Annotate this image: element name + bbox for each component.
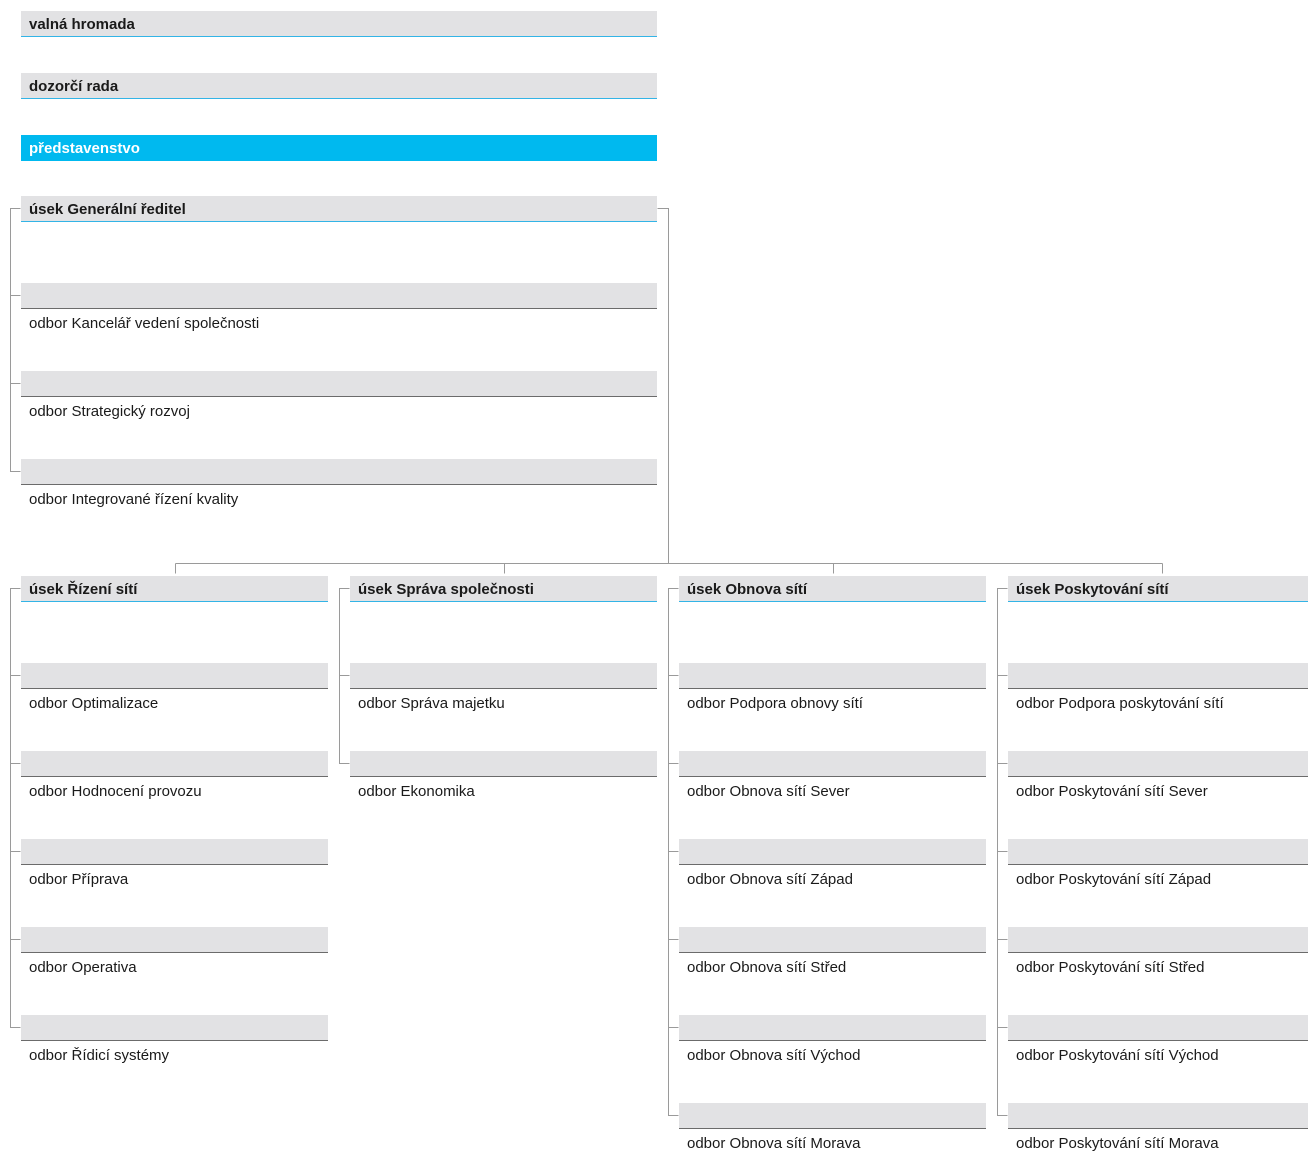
department-bar xyxy=(21,1015,328,1041)
ceo-department-bar xyxy=(21,459,657,485)
department-bar xyxy=(679,927,986,953)
department-bar xyxy=(1008,751,1308,777)
department-label: odbor Hodnocení provozu xyxy=(29,783,202,800)
division-4-bracket xyxy=(997,588,1008,1116)
division-network-control-header: úsek Řízení sítí xyxy=(21,576,328,602)
division-bus xyxy=(175,563,1163,574)
department-bar xyxy=(21,927,328,953)
department-label: odbor Podpora obnovy sítí xyxy=(687,695,863,712)
department-bar xyxy=(350,751,657,777)
department-bar xyxy=(679,1103,986,1129)
ceo-division-header: úsek Generální ředitel xyxy=(21,196,657,222)
ceo-bracket xyxy=(10,208,21,472)
department-label: odbor Poskytování sítí Morava xyxy=(1016,1135,1219,1152)
department-bar xyxy=(679,839,986,865)
department-bar xyxy=(679,663,986,689)
department-bar xyxy=(350,663,657,689)
board-of-directors-box: představenstvo xyxy=(21,135,657,161)
ceo-department-label: odbor Strategický rozvoj xyxy=(29,403,190,420)
department-bar xyxy=(21,751,328,777)
department-bar xyxy=(1008,927,1308,953)
department-label: odbor Optimalizace xyxy=(29,695,159,712)
department-label: odbor Obnova sítí Západ xyxy=(687,871,853,888)
division-company-administration-header: úsek Správa společnosti xyxy=(350,576,657,602)
department-label: odbor Podpora poskytování sítí xyxy=(1016,695,1224,712)
department-label: odbor Obnova sítí Střed xyxy=(687,959,847,976)
department-label: odbor Obnova sítí Sever xyxy=(687,783,850,800)
department-label: odbor Poskytování sítí Západ xyxy=(1016,871,1212,888)
department-bar xyxy=(1008,663,1308,689)
department-label: odbor Řídicí systémy xyxy=(29,1047,170,1064)
general-meeting-box: valná hromada xyxy=(21,11,657,37)
department-label: odbor Správa majetku xyxy=(358,695,505,712)
department-label: odbor Příprava xyxy=(29,871,129,888)
department-label: odbor Poskytování sítí Sever xyxy=(1016,783,1208,800)
department-bar xyxy=(679,1015,986,1041)
division-network-provision-header: úsek Poskytování sítí xyxy=(1008,576,1308,602)
department-label: odbor Operativa xyxy=(29,959,137,976)
ceo-department-bar xyxy=(21,371,657,397)
ceo-department-label: odbor Kancelář vedení společnosti xyxy=(29,315,260,332)
department-bar xyxy=(1008,1103,1308,1129)
division-2-bracket xyxy=(339,588,350,764)
division-3-bracket xyxy=(668,588,679,1116)
division-network-renewal-header: úsek Obnova sítí xyxy=(679,576,986,602)
supervisory-board-box: dozorčí rada xyxy=(21,73,657,99)
ceo-trunk xyxy=(657,208,669,564)
ceo-department-bar xyxy=(21,283,657,309)
department-label: odbor Obnova sítí Morava xyxy=(687,1135,861,1152)
department-bar xyxy=(1008,839,1308,865)
department-label: odbor Obnova sítí Východ xyxy=(687,1047,861,1064)
ceo-department-label: odbor Integrované řízení kvality xyxy=(29,491,239,508)
department-label: odbor Poskytování sítí Střed xyxy=(1016,959,1205,976)
department-bar xyxy=(679,751,986,777)
department-bar xyxy=(1008,1015,1308,1041)
department-label: odbor Ekonomika xyxy=(358,783,475,800)
department-bar xyxy=(21,663,328,689)
department-bar xyxy=(21,839,328,865)
division-1-bracket xyxy=(10,588,21,1028)
department-label: odbor Poskytování sítí Východ xyxy=(1016,1047,1219,1064)
